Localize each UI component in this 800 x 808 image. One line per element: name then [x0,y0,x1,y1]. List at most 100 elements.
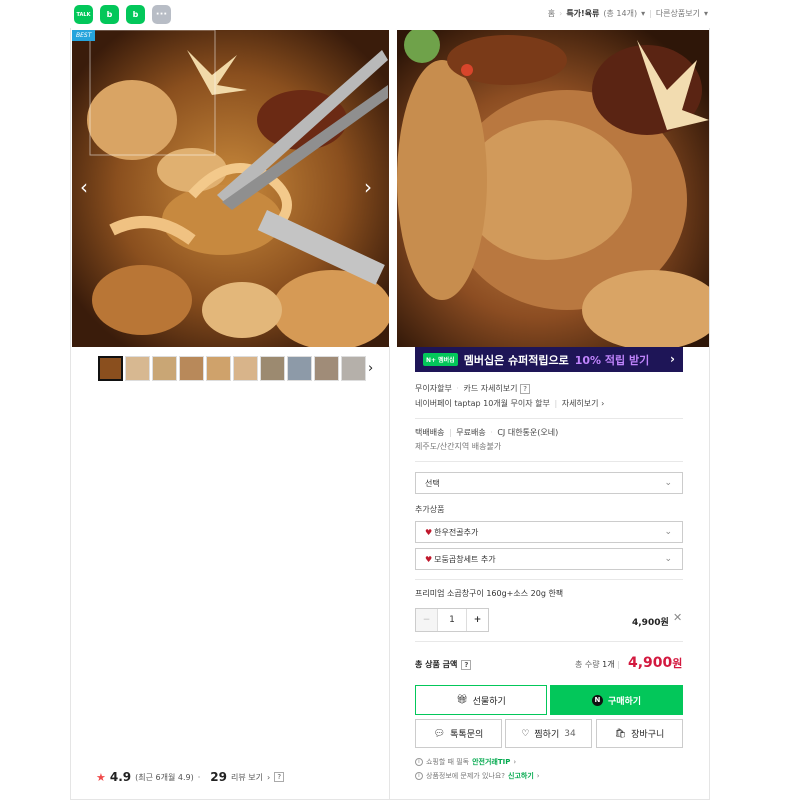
divider [415,461,683,462]
thumbnail-item[interactable] [125,356,150,381]
option-select[interactable]: 선택 ⌄ [415,472,683,494]
chevron-down-icon: ▾ [703,9,708,18]
share-icons: TALK b b ··· [74,5,171,24]
banner-highlight: 10% 적립 받기 [574,353,650,367]
selected-option-price: 4,900원 [632,618,669,628]
band-icon[interactable]: b [100,5,119,24]
breadcrumb: 홈 › 특가!육류 (총 14개) ▾ | 다른상품보기 ▾ [548,8,708,19]
heart-icon: ♥ [425,554,433,564]
buy-button[interactable]: N 구매하기 [550,685,683,715]
help-icon[interactable]: ? [274,772,285,782]
column-divider [389,346,390,800]
close-icon[interactable]: ✕ [673,611,682,624]
quantity-value[interactable]: 1 [438,609,466,631]
naverpay-info: 네이버페이 taptap 10개월 무이자 할부 | 자세히보기 › [415,398,604,409]
gift-button-label: 선물하기 [472,696,506,707]
crumb-count: (총 14개) [603,9,638,18]
review-count: 29 [210,770,227,784]
rating-period: (최근 6개월 4.9) [135,772,194,782]
talktalk-label: 톡톡문의 [450,730,484,740]
total-price-unit: 원 [672,657,683,670]
buy-button-label: 구매하기 [607,696,642,707]
help-icon[interactable]: ? [461,659,472,670]
thumbnail-item[interactable] [260,356,285,381]
report-notice: i 상품정보에 문제가 있나요? 신고하기 › [415,771,540,781]
separator: | [449,428,452,437]
thumbnail-item[interactable] [179,356,204,381]
more-icon[interactable]: ··· [152,5,171,24]
safe-trade-tip-link[interactable]: 안전거래TIP [472,757,510,767]
shipping-restriction: 제주도/산간지역 배송불가 [415,442,502,451]
gift-button[interactable]: 🎁︎ 선물하기 [415,685,547,715]
chat-bubble-icon: 💬︎ [433,728,446,739]
thumbnail-item[interactable] [314,356,339,381]
decrease-button[interactable]: − [416,609,438,631]
thumbnail-item[interactable] [206,356,231,381]
thumbnail-item[interactable] [98,356,123,381]
addon-select-2-value: 모둠곱창세트 추가 [434,554,496,564]
addon-title: 추가상품 [415,505,445,514]
chevron-left-icon[interactable]: ‹ [80,175,88,199]
blog-icon[interactable]: b [126,5,145,24]
shipping-method: 택배배송 [415,428,445,437]
naverpay-icon: N [591,694,603,706]
thumbnail-item[interactable] [233,356,258,381]
crumb-current[interactable]: 특가!육류 [566,8,599,19]
chevron-down-icon: ⌄ [664,554,672,564]
chevron-right-icon: › [513,758,517,766]
thumbnail-strip [98,356,366,381]
cart-label: 장바구니 [631,730,665,740]
separator: | [617,660,620,669]
chevron-right-icon[interactable]: › [364,175,372,199]
nplus-membership-badge: N+ 멤버십 [423,353,458,366]
main-product-image[interactable] [72,30,389,347]
quantity-stepper: − 1 + [415,608,489,632]
dot-separator: · [197,772,201,782]
zoom-product-image [397,30,709,347]
review-link[interactable]: 리뷰 보기 [231,772,263,783]
chevron-right-icon: › [670,352,675,366]
total-count-label: 총 수량 [575,660,600,669]
other-products-link[interactable]: 다른상품보기 [656,8,700,19]
report-text: 상품정보에 문제가 있나요? [426,772,506,780]
best-badge: BEST [72,30,96,41]
chevron-right-icon[interactable]: › [368,361,373,376]
naverpay-detail-link[interactable]: 자세히보기 [562,399,599,408]
separator: · [456,384,459,393]
wishlist-button[interactable]: ♡ 찜하기 34 [505,719,592,748]
naverpay-installment-text: 네이버페이 taptap 10개월 무이자 할부 [415,399,550,408]
thumbnail-item[interactable] [341,356,366,381]
star-icon: ★ [96,770,106,784]
separator: · [490,428,493,437]
shipping-info: 택배배송 | 무료배송 · CJ 대한통운(오네) [415,427,558,438]
talktalk-inquiry-button[interactable]: 💬︎ 톡톡문의 [415,719,502,748]
cart-button[interactable]: 🛍︎ 장바구니 [596,719,683,748]
addon-select-1[interactable]: ♥ 한우전골추가 ⌄ [415,521,683,543]
selected-option-name: 프리미엄 소곱창구이 160g+소스 20g 한팩 [415,589,564,598]
report-link[interactable]: 신고하기 [508,771,534,781]
crumb-home[interactable]: 홈 [548,8,555,19]
shipping-fee: 무료배송 [456,428,486,437]
talktalk-icon[interactable]: TALK [74,5,93,24]
thumbnail-item[interactable] [287,356,312,381]
membership-banner[interactable]: N+ 멤버십 멤버십은 슈퍼적립으로 10% 적립 받기 › [415,347,683,372]
crumb-separator: › [559,9,563,18]
shipping-carrier: CJ 대한통운(오네) [497,428,559,437]
crumb-separator: | [649,9,652,18]
thumbnail-item[interactable] [152,356,177,381]
chevron-down-icon: ⌄ [664,527,672,537]
rating-score: 4.9 [109,770,132,784]
banner-text: 멤버십은 슈퍼적립으로 [463,353,569,367]
wishlist-count: 34 [564,728,576,739]
addon-select-2[interactable]: ♥ 모둠곱창세트 추가 ⌄ [415,548,683,570]
option-select-value: 선택 [425,478,440,488]
increase-button[interactable]: + [466,609,488,631]
card-detail-link[interactable]: 카드 자세히보기 [463,384,517,393]
top-bar: TALK b b ··· 홈 › 특가!육류 (총 14개) ▾ | 다른상품보… [0,0,800,28]
total-price-value: 4,900 [628,655,673,671]
total-count-value: 1개 [602,660,615,669]
safe-trade-text: 쇼핑할 때 필독 [426,758,470,766]
installment-info: 무이자할부 · 카드 자세히보기 ? [415,383,531,394]
info-icon: i [415,758,423,766]
help-icon[interactable]: ? [520,384,531,394]
